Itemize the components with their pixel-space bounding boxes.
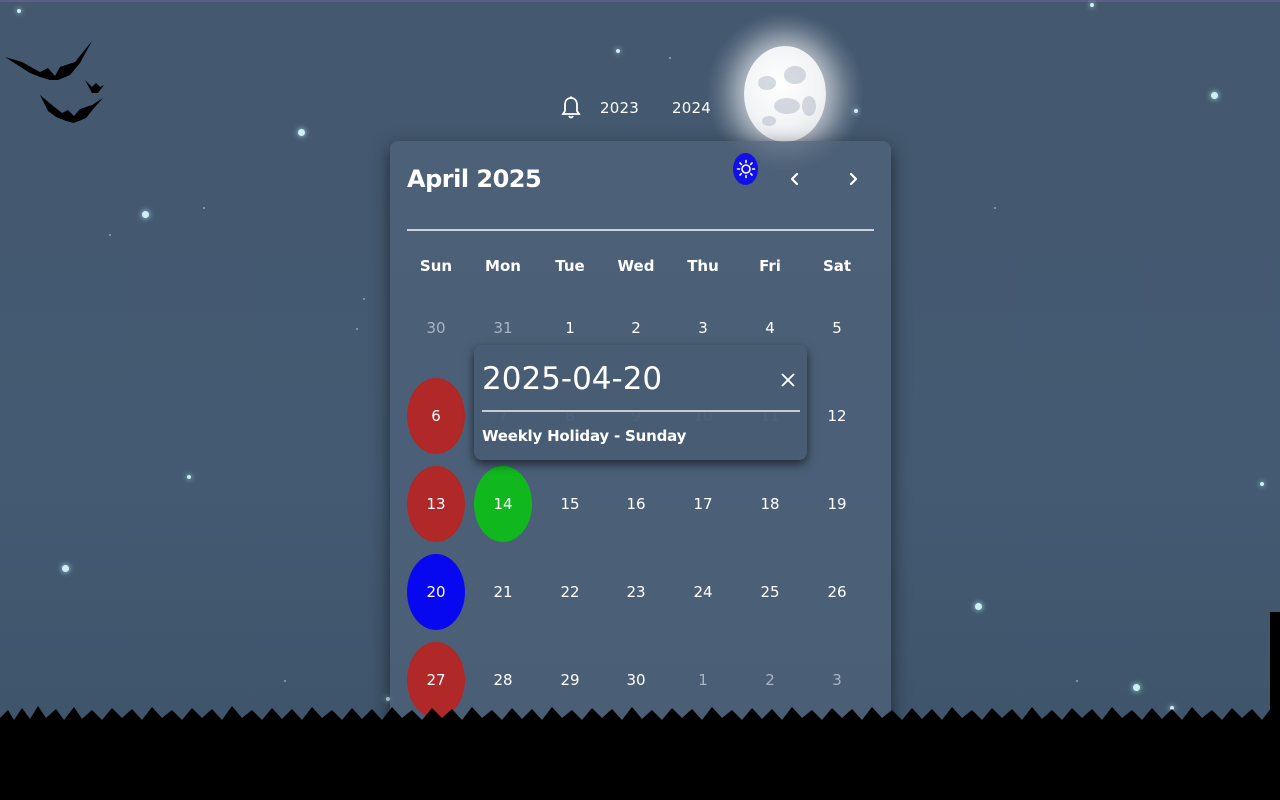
weekday-wed: Wed bbox=[617, 257, 655, 275]
star bbox=[1260, 482, 1264, 486]
header-divider bbox=[407, 229, 874, 231]
ground bbox=[0, 728, 1280, 800]
top-nav: 2023 2024 bbox=[560, 92, 744, 124]
day-cell[interactable]: 25 bbox=[741, 554, 799, 630]
star bbox=[669, 57, 671, 59]
star bbox=[975, 603, 982, 610]
theme-toggle-button[interactable] bbox=[733, 153, 758, 185]
chevron-right-icon bbox=[849, 172, 858, 186]
popup-divider bbox=[482, 410, 800, 412]
close-icon[interactable] bbox=[780, 372, 796, 388]
popup-description: Weekly Holiday - Sunday bbox=[482, 427, 687, 445]
prev-month-button[interactable] bbox=[783, 167, 807, 191]
day-cell[interactable]: 5 bbox=[808, 290, 866, 366]
star bbox=[187, 475, 191, 479]
day-cell[interactable]: 26 bbox=[808, 554, 866, 630]
date-popup: 2025-04-20 Weekly Holiday - Sunday bbox=[474, 345, 807, 460]
star bbox=[1133, 684, 1140, 691]
moon-image bbox=[744, 46, 826, 142]
weekday-fri: Fri bbox=[759, 257, 781, 275]
bell-icon[interactable] bbox=[560, 95, 582, 121]
day-cell[interactable]: 23 bbox=[607, 554, 665, 630]
star bbox=[363, 298, 365, 300]
day-cell[interactable]: 19 bbox=[808, 466, 866, 542]
year-link-2024[interactable]: 2024 bbox=[672, 99, 711, 117]
sun-icon bbox=[736, 159, 755, 179]
next-month-button[interactable] bbox=[841, 167, 865, 191]
star bbox=[62, 565, 69, 572]
weekday-sun: Sun bbox=[419, 257, 453, 275]
star bbox=[616, 49, 620, 53]
day-cell[interactable]: 17 bbox=[674, 466, 732, 542]
star bbox=[284, 680, 286, 682]
day-cell-prev-month[interactable]: 30 bbox=[407, 290, 465, 366]
popup-date: 2025-04-20 bbox=[482, 361, 663, 397]
chevron-left-icon bbox=[790, 172, 799, 186]
day-cell-holiday[interactable]: 6 bbox=[407, 378, 465, 454]
star bbox=[203, 207, 205, 209]
signpost-silhouette bbox=[1270, 612, 1280, 732]
weekday-tue: Tue bbox=[555, 257, 585, 275]
star bbox=[142, 211, 149, 218]
day-cell[interactable]: 24 bbox=[674, 554, 732, 630]
day-cell-holiday[interactable]: 13 bbox=[407, 466, 465, 542]
star bbox=[356, 328, 358, 330]
top-border bbox=[0, 0, 1280, 2]
day-cell-selected[interactable]: 20 bbox=[407, 554, 465, 630]
year-link-2023[interactable]: 2023 bbox=[600, 99, 639, 117]
day-cell[interactable]: 15 bbox=[541, 466, 599, 542]
weekday-mon: Mon bbox=[485, 257, 521, 275]
day-cell-today[interactable]: 14 bbox=[474, 466, 532, 542]
star bbox=[298, 129, 305, 136]
month-title: April 2025 bbox=[407, 165, 542, 193]
star bbox=[1076, 680, 1078, 682]
weekday-thu: Thu bbox=[687, 257, 719, 275]
day-cell[interactable]: 18 bbox=[741, 466, 799, 542]
day-cell[interactable]: 22 bbox=[541, 554, 599, 630]
bats-image bbox=[5, 41, 104, 123]
star bbox=[109, 234, 111, 236]
weekday-sat: Sat bbox=[822, 257, 852, 275]
star bbox=[1211, 92, 1218, 99]
star bbox=[1090, 3, 1094, 7]
day-cell[interactable]: 21 bbox=[474, 554, 532, 630]
star bbox=[17, 9, 21, 13]
star bbox=[994, 207, 996, 209]
day-cell[interactable]: 12 bbox=[808, 378, 866, 454]
day-cell[interactable]: 16 bbox=[607, 466, 665, 542]
